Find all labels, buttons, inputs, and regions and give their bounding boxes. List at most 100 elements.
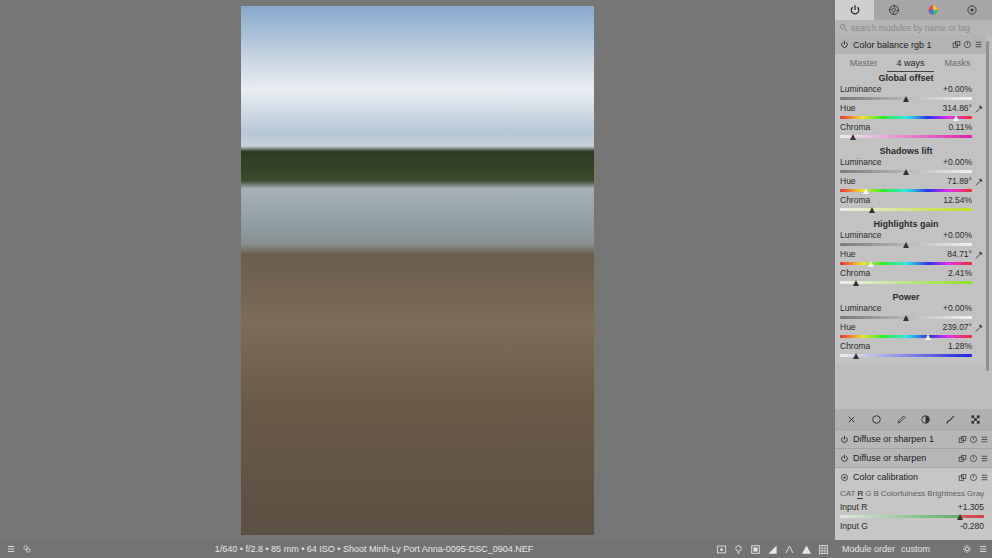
group-tab[interactable] xyxy=(953,0,992,20)
module-enable[interactable] xyxy=(840,40,849,49)
reset-icon[interactable] xyxy=(969,435,978,444)
multi-instance-icon[interactable] xyxy=(958,454,967,463)
slider[interactable] xyxy=(840,95,972,103)
presets-icon[interactable] xyxy=(974,40,983,49)
slider-section: Shadows liftLuminance+0.00%Hue71.89°Chro… xyxy=(835,145,986,218)
menu-icon[interactable] xyxy=(6,544,16,554)
power-icon[interactable] xyxy=(840,435,849,444)
eyedropper-icon[interactable] xyxy=(974,250,984,260)
presets-icon[interactable] xyxy=(980,473,989,482)
base-icon[interactable] xyxy=(888,4,900,16)
module-enable[interactable] xyxy=(840,454,849,463)
reset-icon[interactable] xyxy=(963,40,972,49)
module-row[interactable]: Diffuse or sharpen xyxy=(835,448,992,467)
slider-row[interactable]: Chroma2.41% xyxy=(840,268,986,287)
module-enable[interactable] xyxy=(840,473,849,482)
picker-button[interactable] xyxy=(972,322,986,341)
brush-icon[interactable] xyxy=(945,414,956,425)
module-order-value[interactable]: custom xyxy=(901,544,956,554)
slider-row[interactable]: Input R+1.305 xyxy=(840,502,984,521)
slider-row[interactable]: Chroma1.28% xyxy=(840,341,986,360)
slider-row[interactable]: Hue314.86° xyxy=(840,103,986,122)
group-tab[interactable] xyxy=(835,0,874,20)
presets-icon[interactable] xyxy=(980,435,989,444)
checker-icon[interactable] xyxy=(970,414,981,425)
close-icon[interactable] xyxy=(846,414,857,425)
slider-row[interactable]: Input G-0.280 xyxy=(840,521,984,540)
eyedropper-icon[interactable] xyxy=(974,177,984,187)
color-assessment-icon[interactable] xyxy=(733,544,744,555)
eyedropper-icon[interactable] xyxy=(974,104,984,114)
multi-instance-icon[interactable] xyxy=(958,473,967,482)
picker-button[interactable] xyxy=(972,176,986,195)
module-tab[interactable]: Master xyxy=(840,54,887,72)
eyedropper-icon[interactable] xyxy=(974,323,984,333)
slider-row[interactable]: Hue71.89° xyxy=(840,176,986,195)
softproof-icon[interactable] xyxy=(784,544,795,555)
slider[interactable] xyxy=(840,279,972,287)
module-tab[interactable]: Masks xyxy=(934,54,981,72)
slider[interactable] xyxy=(840,260,972,268)
module-tab[interactable]: 4 ways xyxy=(887,54,934,72)
slider-row[interactable]: Luminance+0.00% xyxy=(840,230,986,249)
module-enable[interactable] xyxy=(840,435,849,444)
color-icon[interactable] xyxy=(927,4,939,16)
module-header[interactable]: Color balance rgb 1 xyxy=(835,35,986,54)
group-tab[interactable] xyxy=(914,0,953,20)
picker-button[interactable] xyxy=(972,249,986,268)
presets-icon[interactable] xyxy=(978,544,988,554)
slider[interactable] xyxy=(840,333,972,341)
focus-peaking-icon[interactable] xyxy=(716,544,727,555)
reset-icon[interactable] xyxy=(969,454,978,463)
module-tab[interactable]: Brightness xyxy=(927,489,965,499)
multi-instance-icon[interactable] xyxy=(958,435,967,444)
slider-row[interactable]: Chroma12.54% xyxy=(840,195,986,214)
slider-row[interactable]: Luminance+0.00% xyxy=(840,303,986,322)
filter-icon[interactable] xyxy=(22,544,32,554)
multi-instance-icon[interactable] xyxy=(952,40,961,49)
presets-icon[interactable] xyxy=(980,454,989,463)
reset-icon[interactable] xyxy=(969,473,978,482)
slider-row[interactable]: Chroma0.11% xyxy=(840,122,986,141)
module-tab[interactable]: Gray xyxy=(967,489,984,499)
clipping-icon[interactable] xyxy=(767,544,778,555)
slider[interactable] xyxy=(840,206,972,214)
gradient-icon[interactable] xyxy=(920,414,931,425)
raw-overexposed-icon[interactable] xyxy=(750,544,761,555)
module-tab[interactable]: B xyxy=(873,489,878,499)
guides-icon[interactable] xyxy=(818,544,829,555)
slider-row[interactable]: Hue84.71° xyxy=(840,249,986,268)
power-icon[interactable] xyxy=(840,473,849,482)
slider-row[interactable]: Luminance+0.00% xyxy=(840,84,986,103)
effects-icon[interactable] xyxy=(966,4,978,16)
slider[interactable] xyxy=(840,513,984,521)
slider[interactable] xyxy=(840,168,972,176)
module-tab[interactable]: R xyxy=(857,489,863,499)
slider[interactable] xyxy=(840,352,972,360)
module-tab[interactable]: CAT xyxy=(840,489,855,499)
slider[interactable] xyxy=(840,241,972,249)
slider[interactable] xyxy=(840,133,972,141)
module-tab[interactable]: Colorfulness xyxy=(881,489,925,499)
pencil-icon[interactable] xyxy=(896,414,907,425)
module-row[interactable]: Diffuse or sharpen 1 xyxy=(835,429,992,448)
module-row[interactable]: Color calibration xyxy=(835,467,992,486)
power-icon[interactable] xyxy=(840,40,849,49)
circle-mask-icon[interactable] xyxy=(871,414,882,425)
active-modules-icon[interactable] xyxy=(849,4,861,16)
slider-label: Luminance xyxy=(840,303,882,314)
power-icon[interactable] xyxy=(840,454,849,463)
slider[interactable] xyxy=(840,187,972,195)
search-field[interactable] xyxy=(851,23,988,33)
scrollbar-thumb[interactable] xyxy=(986,41,989,371)
scrollbar[interactable] xyxy=(986,35,992,409)
group-tab[interactable] xyxy=(874,0,913,20)
slider[interactable] xyxy=(840,114,972,122)
slider-row[interactable]: Hue239.07° xyxy=(840,322,986,341)
gamut-check-icon[interactable] xyxy=(801,544,812,555)
module-tab[interactable]: G xyxy=(865,489,871,499)
gear-icon[interactable] xyxy=(962,544,972,554)
slider-row[interactable]: Luminance+0.00% xyxy=(840,157,986,176)
slider[interactable] xyxy=(840,314,972,322)
picker-button[interactable] xyxy=(972,103,986,122)
